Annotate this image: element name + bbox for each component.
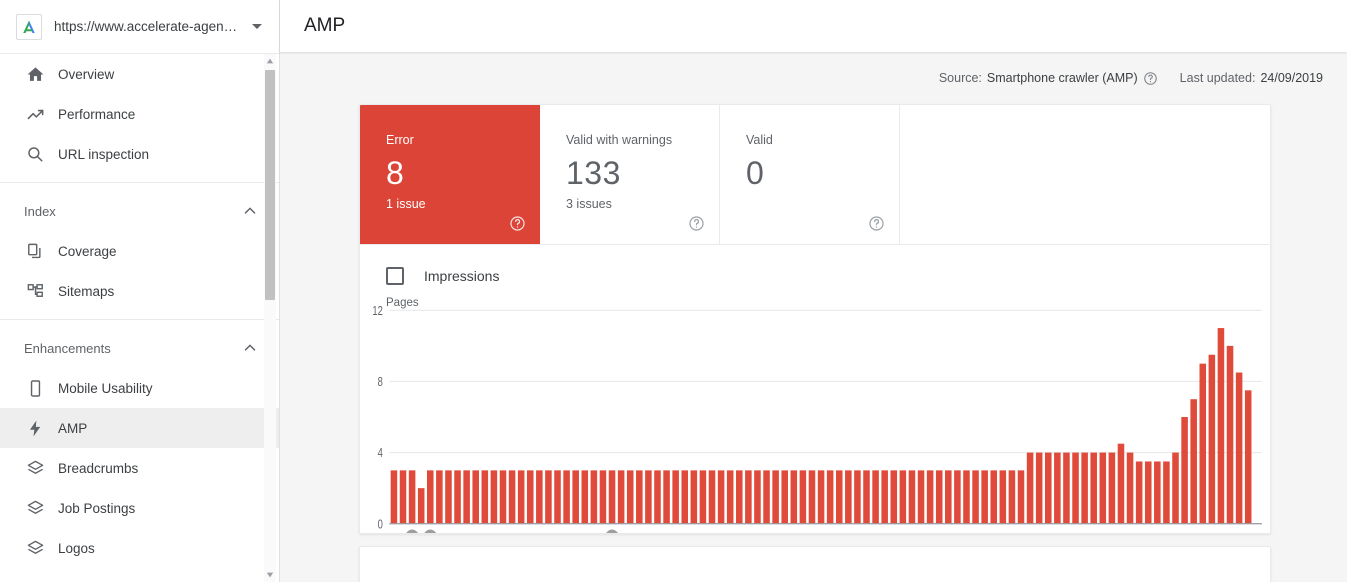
source-info: Source: Smartphone crawler (AMP)	[939, 71, 1158, 86]
impressions-label: Impressions	[424, 268, 500, 284]
sidebar-item-label: Job Postings	[58, 500, 136, 516]
amp-status-card: Error 8 1 issue Valid with warnings 133 …	[359, 104, 1271, 534]
main-content: AMP Source: Smartphone crawler (AMP) Las…	[280, 0, 1347, 582]
status-card-valid[interactable]: Valid 0	[720, 105, 900, 244]
sidebar-item-breadcrumbs[interactable]: Breadcrumbs	[0, 448, 279, 488]
status-card-row: Error 8 1 issue Valid with warnings 133 …	[360, 105, 1270, 245]
scroll-up-arrow-icon[interactable]	[264, 54, 276, 68]
content-area: Error 8 1 issue Valid with warnings 133 …	[280, 104, 1347, 582]
sidebar-item-url-inspection[interactable]: URL inspection	[0, 134, 279, 174]
svg-text:12: 12	[372, 305, 382, 319]
svg-text:4: 4	[378, 447, 384, 461]
svg-text:8: 8	[378, 376, 383, 390]
source-bar: Source: Smartphone crawler (AMP) Last up…	[280, 52, 1347, 104]
sidebar-item-label: Overview	[58, 66, 115, 82]
status-card-valid-with-warnings[interactable]: Valid with warnings 133 3 issues	[540, 105, 720, 244]
sidebar-item-sitemaps[interactable]: Sitemaps	[0, 271, 279, 311]
chevron-up-icon	[241, 202, 259, 220]
sidebar-item-logos[interactable]: Logos	[0, 528, 279, 568]
svg-text:0: 0	[378, 518, 383, 532]
search-console-app: https://www.accelerate-agen… Overview Pe…	[0, 0, 1347, 582]
status-sublabel: 3 issues	[566, 197, 612, 211]
status-value: 8	[386, 155, 405, 191]
sidebar-item-label: Performance	[58, 106, 136, 122]
status-card-error[interactable]: Error 8 1 issue	[360, 105, 540, 244]
search-console-logo-icon	[16, 13, 42, 40]
help-circle-icon[interactable]	[868, 215, 885, 232]
impressions-checkbox[interactable]	[386, 267, 404, 285]
layers-icon	[24, 457, 46, 479]
details-card	[359, 546, 1271, 582]
home-icon	[24, 63, 46, 85]
last-updated-value: 24/09/2019	[1260, 71, 1323, 85]
chevron-down-icon[interactable]	[245, 15, 269, 39]
sidebar-section-index[interactable]: Index	[0, 191, 279, 231]
sidebar-item-label: Breadcrumbs	[58, 460, 139, 476]
property-selector[interactable]: https://www.accelerate-agen…	[0, 0, 279, 54]
status-label: Valid	[746, 133, 773, 147]
amp-pages-bar-chart: 0481211126/06/201908/07/201920/07/201901…	[372, 305, 1262, 533]
sidebar-nav: Overview Performance URL inspection Inde…	[0, 54, 279, 582]
scroll-down-arrow-icon[interactable]	[264, 568, 276, 582]
sidebar-item-amp[interactable]: AMP	[0, 408, 279, 448]
status-value: 0	[746, 155, 765, 191]
sidebar-item-label: Sitemaps	[58, 283, 115, 299]
layers-icon	[24, 497, 46, 519]
status-label: Valid with warnings	[566, 133, 673, 147]
pages-copy-icon	[24, 240, 46, 262]
status-sublabel: 1 issue	[386, 197, 426, 211]
sidebar-item-label: Mobile Usability	[58, 380, 153, 396]
chart-section: Impressions Pages 0481211126/06/201908/0…	[360, 245, 1270, 533]
nav-divider	[0, 182, 279, 183]
help-circle-icon[interactable]	[1143, 71, 1158, 86]
sidebar-item-performance[interactable]: Performance	[0, 94, 279, 134]
sidebar-item-label: Logos	[58, 540, 95, 556]
sidebar-scrollbar-thumb[interactable]	[265, 70, 275, 300]
sidebar-item-label: Coverage	[58, 243, 117, 259]
sidebar-section-enhancements[interactable]: Enhancements	[0, 328, 279, 368]
sitemap-icon	[24, 280, 46, 302]
source-value: Smartphone crawler (AMP)	[986, 71, 1138, 85]
sidebar-item-job-postings[interactable]: Job Postings	[0, 488, 279, 528]
sidebar-scrollbar[interactable]	[264, 54, 276, 582]
search-icon	[24, 143, 46, 165]
nav-divider	[0, 319, 279, 320]
help-circle-icon[interactable]	[688, 215, 705, 232]
sidebar: https://www.accelerate-agen… Overview Pe…	[0, 0, 280, 582]
help-circle-icon[interactable]	[509, 215, 526, 232]
property-url: https://www.accelerate-agen…	[54, 19, 238, 34]
status-value: 133	[566, 155, 621, 191]
impressions-toggle[interactable]: Impressions	[360, 267, 1270, 285]
page-header: AMP	[280, 0, 1347, 52]
sidebar-item-overview[interactable]: Overview	[0, 54, 279, 94]
status-row-spacer	[900, 105, 1270, 244]
lightning-bolt-icon	[24, 417, 46, 439]
page-title: AMP	[304, 15, 346, 36]
source-label: Source:	[938, 71, 982, 85]
mobile-phone-icon	[24, 377, 46, 399]
trending-up-icon	[24, 103, 46, 125]
status-label: Error	[386, 133, 414, 147]
sidebar-item-label: AMP	[58, 420, 88, 436]
section-label: Index	[24, 203, 56, 219]
last-updated-label: Last updated:	[1179, 71, 1256, 85]
section-label: Enhancements	[24, 340, 111, 356]
layers-icon	[24, 537, 46, 559]
last-updated-info: Last updated: 24/09/2019	[1180, 71, 1323, 85]
sidebar-item-coverage[interactable]: Coverage	[0, 231, 279, 271]
sidebar-item-label: URL inspection	[58, 146, 150, 162]
sidebar-item-mobile-usability[interactable]: Mobile Usability	[0, 368, 279, 408]
chevron-up-icon	[241, 339, 259, 357]
